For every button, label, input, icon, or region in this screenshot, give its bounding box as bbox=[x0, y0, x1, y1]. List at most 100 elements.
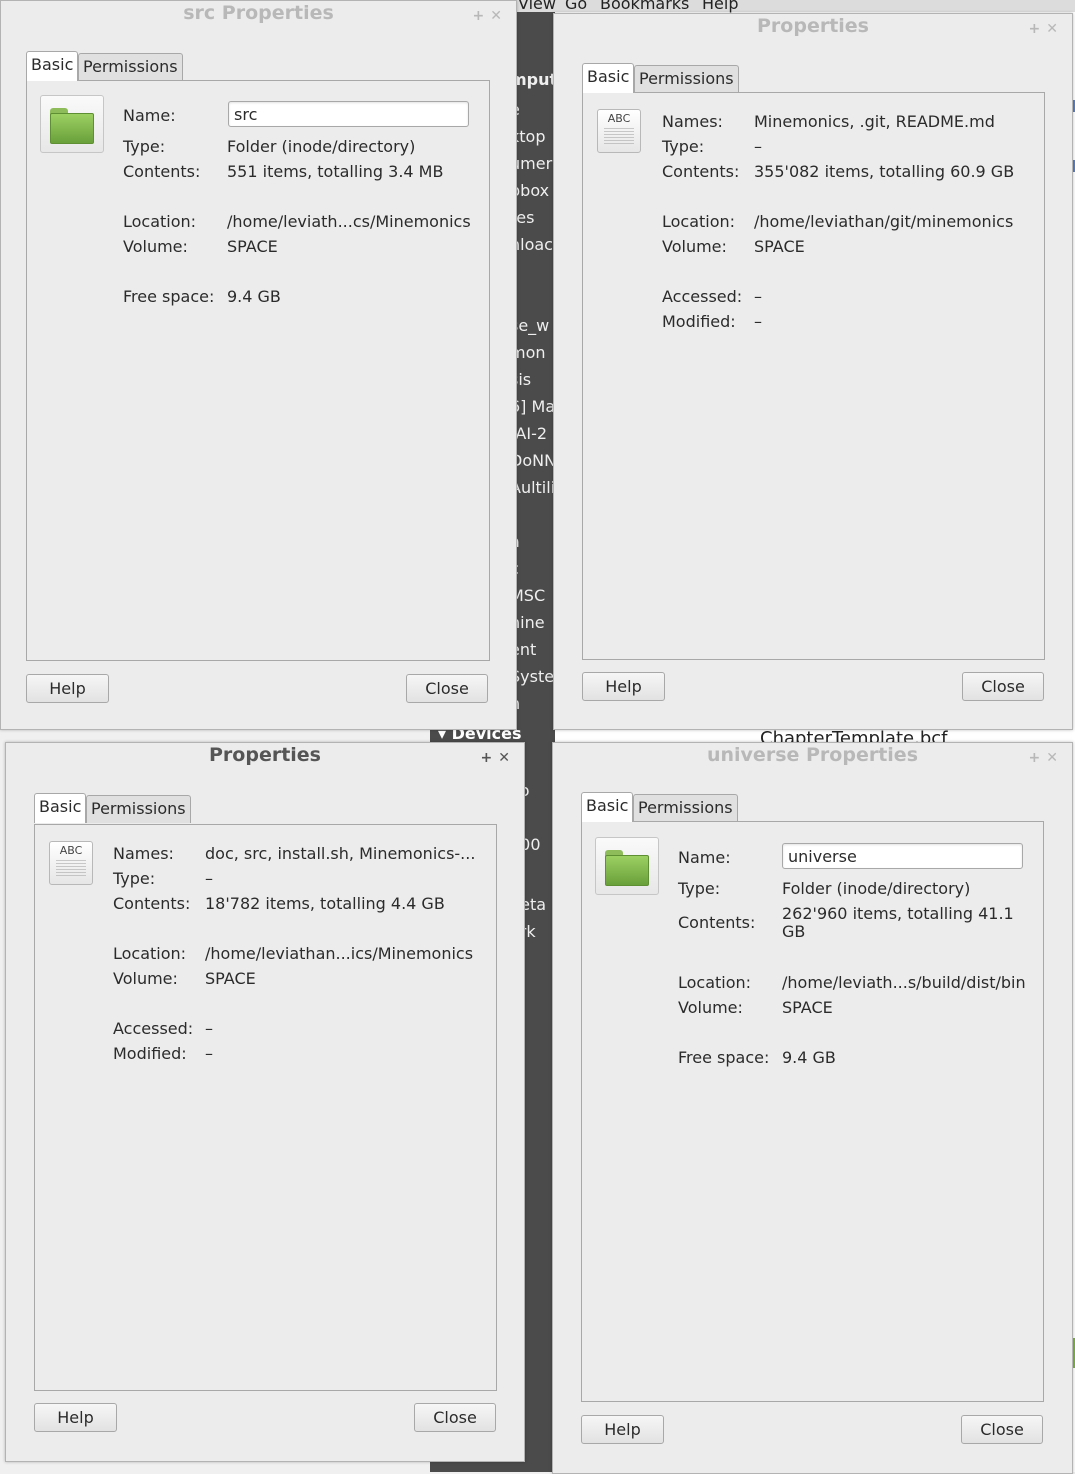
volume-label: Volume: bbox=[662, 237, 727, 256]
folder-icon bbox=[50, 108, 94, 144]
close-icon[interactable]: ✕ bbox=[1046, 750, 1064, 766]
folder-icon-button[interactable] bbox=[40, 95, 104, 153]
tab-permissions[interactable]: Permissions bbox=[633, 794, 738, 822]
volume-value: SPACE bbox=[782, 998, 833, 1017]
dialog-title: src Properties bbox=[183, 2, 334, 24]
name-label: Name: bbox=[123, 106, 176, 125]
window-buttons: +✕ bbox=[473, 4, 508, 28]
dialog-title: universe Properties bbox=[706, 744, 918, 766]
text-document-icon[interactable]: ABC bbox=[49, 841, 93, 885]
close-button[interactable]: Close bbox=[962, 672, 1044, 701]
close-icon[interactable]: ✕ bbox=[498, 750, 516, 766]
names-value: Minemonics, .git, README.md bbox=[754, 112, 995, 131]
folder-icon-button[interactable] bbox=[595, 837, 659, 895]
contents-value: 551 items, totalling 3.4 MB bbox=[227, 162, 444, 181]
contents-label: Contents: bbox=[113, 894, 191, 913]
modified-value: – bbox=[205, 1044, 213, 1063]
menu-bookmarks[interactable]: Bookmarks bbox=[600, 0, 689, 13]
names-value: doc, src, install.sh, Minemonics-... bbox=[205, 844, 476, 863]
help-button[interactable]: Help bbox=[26, 674, 109, 703]
close-icon[interactable]: ✕ bbox=[490, 8, 508, 24]
location-value: /home/leviathan...ics/Minemonics bbox=[205, 944, 474, 963]
close-icon[interactable]: ✕ bbox=[1046, 21, 1064, 37]
folder-icon bbox=[605, 850, 649, 886]
volume-label: Volume: bbox=[678, 998, 743, 1017]
location-value: /home/leviath...s/build/dist/bin bbox=[782, 973, 1026, 992]
accessed-value: – bbox=[205, 1019, 213, 1038]
free-space-value: 9.4 GB bbox=[227, 287, 281, 306]
document-icon-text: ABC bbox=[607, 112, 631, 125]
accessed-label: Accessed: bbox=[662, 287, 743, 306]
src-properties-dialog: src Properties +✕ Basic Permissions Name… bbox=[0, 0, 517, 730]
title-bar[interactable]: src Properties +✕ bbox=[1, 1, 516, 27]
location-label: Location: bbox=[123, 212, 197, 231]
volume-value: SPACE bbox=[227, 237, 278, 256]
basic-panel: Name: Type: Folder (inode/directory) Con… bbox=[26, 80, 490, 661]
pin-icon[interactable]: + bbox=[1029, 21, 1047, 37]
location-label: Location: bbox=[113, 944, 187, 963]
tab-basic[interactable]: Basic bbox=[26, 51, 79, 81]
contents-value-wrap: GB bbox=[782, 922, 806, 941]
close-button[interactable]: Close bbox=[961, 1415, 1043, 1444]
tab-permissions[interactable]: Permissions bbox=[78, 53, 183, 81]
contents-label: Contents: bbox=[662, 162, 740, 181]
name-field[interactable] bbox=[782, 843, 1023, 869]
free-space-label: Free space: bbox=[678, 1048, 770, 1067]
contents-label: Contents: bbox=[678, 913, 756, 932]
accessed-value: – bbox=[754, 287, 762, 306]
location-value: /home/leviathan/git/minemonics bbox=[754, 212, 1014, 231]
basic-panel: ABC Names: doc, src, install.sh, Minemon… bbox=[34, 824, 497, 1391]
type-label: Type: bbox=[123, 137, 166, 156]
help-button[interactable]: Help bbox=[581, 1415, 664, 1444]
free-space-label: Free space: bbox=[123, 287, 215, 306]
contents-value: 18'782 items, totalling 4.4 GB bbox=[205, 894, 445, 913]
title-bar[interactable]: Properties +✕ bbox=[6, 743, 524, 769]
pin-icon[interactable]: + bbox=[473, 8, 491, 24]
dialog-title: Properties bbox=[209, 744, 321, 766]
window-buttons: +✕ bbox=[1029, 17, 1064, 41]
modified-label: Modified: bbox=[662, 312, 736, 331]
basic-panel: Name: Type: Folder (inode/directory) Con… bbox=[581, 821, 1044, 1402]
type-label: Type: bbox=[113, 869, 156, 888]
menu-help[interactable]: Help bbox=[702, 0, 738, 13]
window-buttons: +✕ bbox=[481, 746, 516, 770]
tab-permissions[interactable]: Permissions bbox=[86, 795, 191, 823]
names-label: Names: bbox=[662, 112, 723, 131]
contents-label: Contents: bbox=[123, 162, 201, 181]
location-label: Location: bbox=[662, 212, 736, 231]
dialog-title: Properties bbox=[757, 15, 869, 37]
close-button[interactable]: Close bbox=[414, 1403, 496, 1432]
tab-permissions[interactable]: Permissions bbox=[634, 65, 739, 93]
contents-value: 262'960 items, totalling 41.1 bbox=[782, 904, 1014, 923]
tab-basic[interactable]: Basic bbox=[34, 793, 87, 823]
names-label: Names: bbox=[113, 844, 174, 863]
type-value: Folder (inode/directory) bbox=[782, 879, 971, 898]
type-label: Type: bbox=[678, 879, 721, 898]
document-icon-text: ABC bbox=[59, 844, 83, 857]
modified-label: Modified: bbox=[113, 1044, 187, 1063]
location-value: /home/leviath...cs/Minemonics bbox=[227, 212, 471, 231]
type-value: – bbox=[205, 869, 213, 888]
volume-label: Volume: bbox=[123, 237, 188, 256]
volume-value: SPACE bbox=[754, 237, 805, 256]
type-value: Folder (inode/directory) bbox=[227, 137, 416, 156]
help-button[interactable]: Help bbox=[582, 672, 665, 701]
selection-properties-dialog: Properties +✕ Basic Permissions ABC Name… bbox=[5, 742, 525, 1462]
basic-panel: ABC Names: Minemonics, .git, README.md T… bbox=[582, 92, 1045, 660]
menu-go[interactable]: Go bbox=[565, 0, 587, 13]
type-label: Type: bbox=[662, 137, 705, 156]
text-document-icon[interactable]: ABC bbox=[597, 109, 641, 153]
tab-basic[interactable]: Basic bbox=[582, 63, 635, 93]
accessed-label: Accessed: bbox=[113, 1019, 194, 1038]
title-bar[interactable]: universe Properties +✕ bbox=[553, 743, 1072, 769]
pin-icon[interactable]: + bbox=[481, 750, 499, 766]
close-button[interactable]: Close bbox=[406, 674, 488, 703]
title-bar[interactable]: Properties +✕ bbox=[554, 14, 1072, 40]
tab-basic[interactable]: Basic bbox=[581, 792, 634, 822]
type-value: – bbox=[754, 137, 762, 156]
help-button[interactable]: Help bbox=[34, 1403, 117, 1432]
volume-label: Volume: bbox=[113, 969, 178, 988]
free-space-value: 9.4 GB bbox=[782, 1048, 836, 1067]
pin-icon[interactable]: + bbox=[1029, 750, 1047, 766]
name-field[interactable] bbox=[228, 101, 469, 127]
